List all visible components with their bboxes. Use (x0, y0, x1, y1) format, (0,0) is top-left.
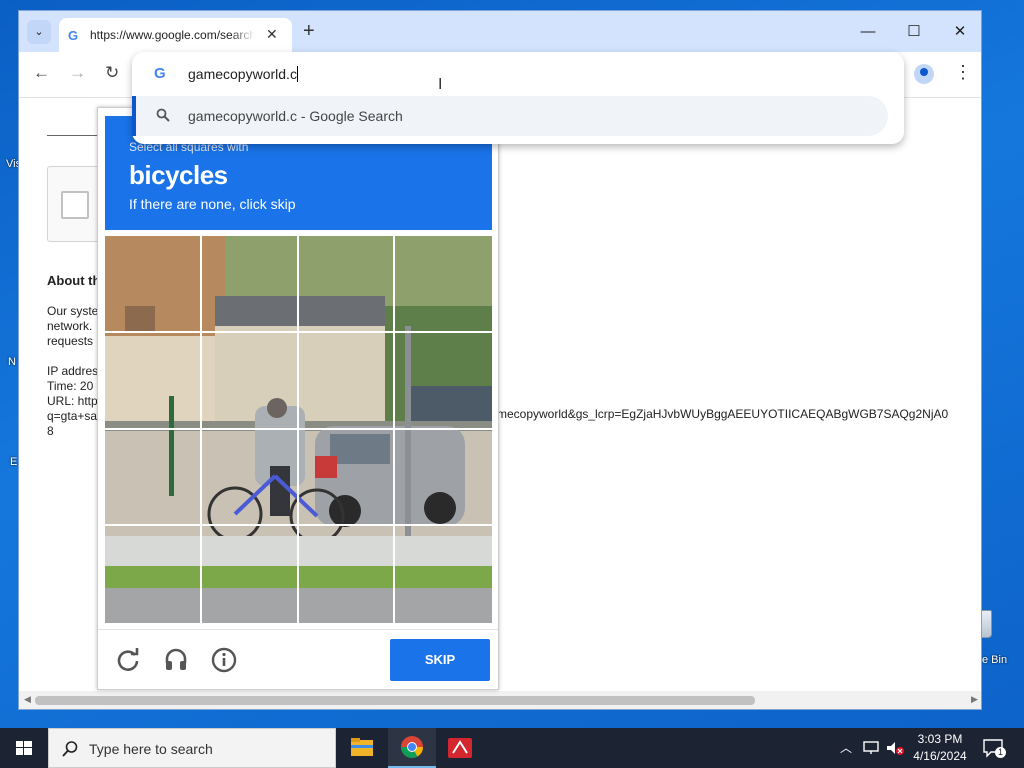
reload-challenge-icon[interactable] (115, 647, 141, 673)
captcha-tile[interactable] (201, 236, 299, 333)
page-text-line: network. (47, 319, 93, 333)
captcha-tile[interactable] (298, 332, 396, 430)
desktop-icon-label[interactable]: N (8, 356, 16, 368)
captcha-grid (105, 236, 492, 623)
captcha-tile[interactable] (395, 430, 492, 527)
skip-button[interactable]: SKIP (390, 639, 490, 681)
close-tab-icon[interactable]: ✕ (266, 26, 278, 43)
captcha-tile[interactable] (105, 332, 202, 430)
tab-search-button[interactable]: ⌄ (27, 20, 51, 44)
captcha-tile[interactable] (105, 236, 202, 333)
divider (98, 629, 498, 630)
url-tail-text: mecopyworld&gs_lcrp=EgZjaHJvbWUyBggAEEUY… (497, 407, 949, 421)
scroll-right-icon[interactable]: ▶ (971, 694, 978, 705)
captcha-subinstruction: If there are none, click skip (129, 196, 296, 212)
captcha-tile[interactable] (395, 526, 492, 623)
captcha-tile[interactable] (298, 429, 396, 527)
query-line: q=gta+sa (47, 409, 98, 423)
new-tab-button[interactable]: + (303, 21, 315, 41)
captcha-tile[interactable] (105, 429, 202, 527)
clock-date: 4/16/2024 (913, 749, 967, 763)
taskbar: Type here to search ︿ 3:03 PM 4/16/2024 (0, 728, 1024, 768)
captcha-tile[interactable] (202, 526, 299, 623)
desktop-icon-label[interactable]: E (10, 456, 17, 468)
captcha-tile[interactable] (298, 236, 396, 333)
recycle-bin-label[interactable]: e Bin (982, 654, 1007, 666)
text-caret (296, 66, 298, 82)
captcha-tile[interactable] (201, 429, 299, 527)
tray-chevron-icon[interactable]: ︿ (840, 739, 852, 768)
search-icon (62, 741, 78, 757)
forward-arrow-icon[interactable]: → (69, 63, 86, 83)
scroll-left-icon[interactable]: ◀ (24, 694, 31, 705)
windows-start-icon[interactable] (0, 728, 48, 768)
captcha-tile[interactable] (105, 526, 202, 623)
time-line: Time: 20 (47, 379, 94, 393)
network-icon[interactable] (862, 740, 880, 756)
number-line: 8 (47, 424, 54, 438)
captcha-tile[interactable] (201, 332, 299, 430)
google-g-icon: G (154, 65, 166, 82)
browser-tab[interactable]: G https://www.google.com/search ✕ (59, 18, 292, 52)
page-text-line: requests (47, 334, 94, 348)
volume-muted-icon[interactable] (885, 740, 905, 756)
notification-badge: 1 (995, 747, 1006, 758)
chrome-icon (401, 736, 423, 758)
about-heading: About th (47, 273, 101, 288)
google-g-icon: G (68, 28, 79, 43)
captcha-tile[interactable] (395, 333, 492, 430)
captcha-tile[interactable] (395, 236, 492, 333)
captcha-target: bicycles (129, 160, 228, 190)
page-text-line: Our syste (47, 304, 99, 318)
chrome-taskbar-button[interactable] (388, 728, 436, 768)
clock-time: 3:03 PM (917, 732, 963, 746)
ibeam-cursor-icon: I (438, 76, 443, 93)
suggestion-text: gamecopyworld.c - Google Search (188, 108, 403, 124)
search-placeholder: Type here to search (89, 741, 213, 757)
menu-kebab-icon[interactable]: ⋮ (954, 62, 972, 83)
audio-challenge-icon[interactable] (163, 647, 189, 673)
recaptcha-checkbox[interactable] (61, 191, 89, 219)
captcha-tile[interactable] (299, 526, 396, 623)
back-arrow-icon[interactable]: ← (33, 63, 50, 83)
minimize-button[interactable]: — (845, 19, 891, 45)
url-line: URL: http (47, 394, 98, 408)
scrollbar-thumb[interactable] (35, 696, 755, 705)
close-window-button[interactable]: ✕ (937, 19, 981, 45)
horizontal-scrollbar[interactable]: ◀ ▶ (19, 691, 981, 709)
maximize-button[interactable]: ☐ (891, 19, 937, 45)
reload-icon[interactable]: ↻ (105, 63, 119, 83)
action-center-icon[interactable]: 1 (982, 737, 1006, 759)
omnibox-input[interactable]: gamecopyworld.c (188, 66, 298, 82)
file-explorer-icon[interactable] (338, 728, 386, 768)
omnibox[interactable]: G gamecopyworld.c I gamecopyworld.c - Go… (132, 52, 904, 144)
acrobat-reader-icon[interactable] (436, 728, 484, 768)
omnibox-suggestion[interactable]: gamecopyworld.c - Google Search (132, 96, 888, 136)
search-icon (156, 108, 170, 122)
profile-avatar-icon[interactable] (914, 64, 934, 84)
ip-address-line: IP addres (47, 364, 99, 378)
captcha-challenge: Select all squares with bicycles If ther… (97, 107, 499, 690)
captcha-image (105, 236, 492, 623)
system-clock[interactable]: 3:03 PM 4/16/2024 (905, 731, 975, 765)
info-icon[interactable] (211, 647, 237, 673)
tab-title: https://www.google.com/search (90, 28, 255, 42)
taskbar-search-box[interactable]: Type here to search (48, 728, 336, 768)
title-bar: ⌄ G https://www.google.com/search ✕ + — … (19, 11, 981, 52)
